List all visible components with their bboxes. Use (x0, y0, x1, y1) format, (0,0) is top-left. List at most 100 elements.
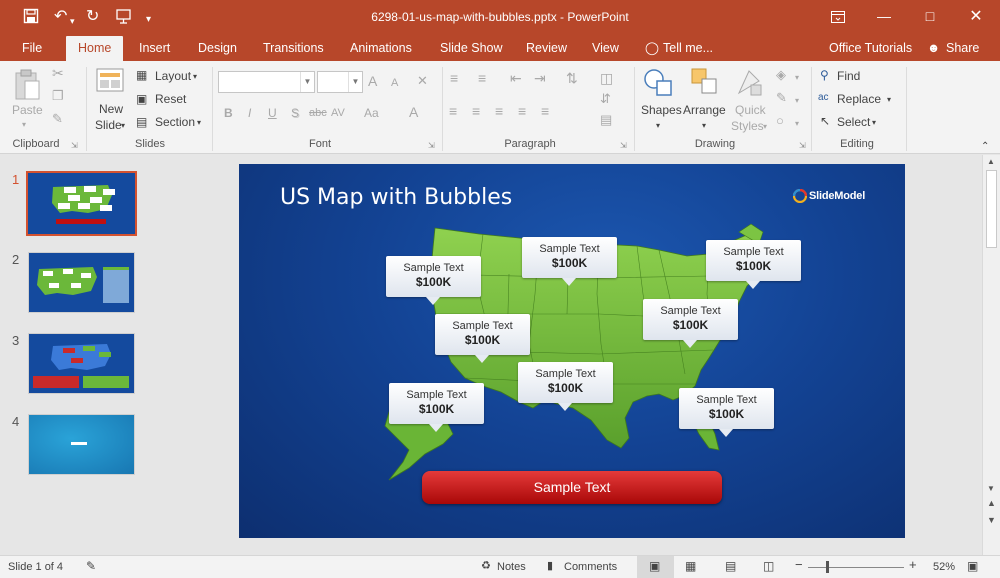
select-dropdown-icon[interactable]: ▾ (872, 115, 876, 131)
layout-button[interactable]: Layout (155, 68, 191, 84)
tell-me-search[interactable]: Tell me... (663, 40, 713, 56)
bottom-banner[interactable]: Sample Text (422, 471, 722, 504)
tab-view[interactable]: View (592, 40, 619, 56)
thumbnail-slide-4[interactable] (28, 414, 135, 475)
thumbnail-slide-1[interactable] (26, 171, 137, 236)
map-bubble[interactable]: Sample Text $100K (522, 237, 617, 286)
character-spacing-button[interactable]: AV (331, 105, 345, 121)
share-icon[interactable]: ☻ (927, 40, 940, 56)
paste-button[interactable]: Paste (12, 102, 43, 118)
arrange-icon[interactable] (690, 67, 720, 102)
tab-transitions[interactable]: Transitions (263, 40, 324, 56)
normal-view-button[interactable]: ▣ (637, 556, 674, 578)
reset-button[interactable]: Reset (155, 91, 186, 107)
vertical-scrollbar[interactable]: ▲ ▼ ▲ ▼ (982, 155, 1000, 555)
account-name[interactable]: Office Tutorials (829, 40, 912, 56)
shape-outline-dropdown-icon[interactable]: ▾ (795, 93, 799, 109)
align-text-icon[interactable]: ▤ (600, 112, 612, 128)
map-bubble[interactable]: Sample Text $100K (679, 388, 774, 437)
paragraph-launcher-icon[interactable]: ⇲ (620, 141, 627, 150)
line-spacing-icon[interactable]: ⇅ (566, 70, 578, 86)
tab-design[interactable]: Design (198, 40, 237, 56)
slide-canvas[interactable]: US Map with Bubbles SlideModel Sample Te… (239, 164, 905, 538)
font-color-button[interactable]: A (409, 104, 418, 120)
text-shadow-button[interactable]: S (291, 105, 299, 121)
quick-styles-button-line2[interactable]: Styles (731, 118, 764, 134)
columns-icon[interactable]: ◫ (600, 70, 613, 86)
ribbon-display-options-icon[interactable] (815, 0, 861, 35)
slide-sorter-icon[interactable]: ▦ (685, 559, 696, 573)
tab-slide-show[interactable]: Slide Show (440, 40, 503, 56)
change-case-button[interactable]: Aa (364, 105, 379, 121)
tab-insert[interactable]: Insert (139, 40, 170, 56)
thumbnail-slide-3[interactable] (28, 333, 135, 394)
quick-styles-button[interactable]: Quick (735, 102, 766, 118)
align-right-icon[interactable]: ≡ (495, 103, 503, 119)
underline-button[interactable]: U (268, 105, 277, 121)
scroll-up-icon[interactable]: ▲ (987, 157, 995, 166)
zoom-level[interactable]: 52% (933, 560, 955, 574)
select-button[interactable]: Select (837, 114, 870, 130)
text-direction-icon[interactable]: ⇵ (600, 91, 611, 107)
increase-indent-icon[interactable]: ⇥ (534, 70, 546, 86)
bold-button[interactable]: B (224, 105, 233, 121)
layout-dropdown-icon[interactable]: ▾ (193, 69, 197, 85)
align-left-icon[interactable]: ≡ (449, 103, 457, 119)
clipboard-launcher-icon[interactable]: ⇲ (71, 141, 78, 150)
new-slide-icon[interactable] (96, 66, 126, 97)
shape-fill-dropdown-icon[interactable]: ▾ (795, 70, 799, 86)
clear-formatting-icon[interactable]: ✕ (417, 73, 428, 89)
comments-button[interactable]: Comments (564, 560, 617, 574)
shape-effects-dropdown-icon[interactable]: ▾ (795, 116, 799, 132)
notes-button[interactable]: Notes (497, 560, 526, 574)
format-painter-icon[interactable]: ✎ (52, 111, 63, 127)
scroll-thumb[interactable] (986, 170, 997, 248)
decrease-indent-icon[interactable]: ⇤ (510, 70, 522, 86)
zoom-slider[interactable] (808, 567, 904, 568)
chevron-down-icon[interactable]: ▼ (300, 72, 314, 92)
thumbnail-slide-2[interactable] (28, 252, 135, 313)
previous-slide-icon[interactable]: ▲ (987, 498, 996, 508)
map-bubble[interactable]: Sample Text $100K (706, 240, 801, 289)
cut-icon[interactable]: ✂ (52, 65, 64, 81)
quick-styles-dropdown-icon[interactable]: ▾ (763, 119, 767, 135)
reading-view-icon[interactable]: ▤ (725, 559, 736, 573)
shapes-dropdown-icon[interactable]: ▾ (656, 118, 660, 134)
new-slide-button[interactable]: New (99, 101, 123, 117)
map-bubble[interactable]: Sample Text $100K (643, 299, 738, 348)
collapse-ribbon-icon[interactable]: ⌃ (981, 139, 989, 155)
map-bubble[interactable]: Sample Text $100K (389, 383, 484, 432)
replace-dropdown-icon[interactable]: ▾ (887, 92, 891, 108)
quick-styles-icon[interactable] (735, 67, 765, 102)
spell-check-icon[interactable]: ✎ (86, 559, 96, 573)
tab-review[interactable]: Review (526, 40, 567, 56)
font-name-combo[interactable]: ▼ (218, 71, 315, 93)
new-slide-dropdown-icon[interactable]: ▾ (121, 118, 125, 134)
find-button[interactable]: Find (837, 68, 860, 84)
shapes-icon[interactable] (643, 67, 675, 102)
slide-show-icon[interactable]: ◫ (763, 559, 774, 573)
increase-font-size-icon[interactable]: A (368, 73, 377, 89)
tab-home[interactable]: Home (66, 36, 124, 61)
bullets-icon[interactable]: ≡ (450, 70, 458, 86)
tab-file[interactable]: File (22, 40, 42, 56)
justify-icon[interactable]: ≡ (518, 103, 526, 119)
close-icon[interactable]: ✕ (953, 0, 999, 35)
shape-fill-icon[interactable]: ◈ (776, 67, 786, 83)
share-button[interactable]: Share (946, 40, 979, 56)
shape-effects-icon[interactable]: ○ (776, 113, 784, 129)
font-size-combo[interactable]: ▼ (317, 71, 363, 93)
strikethrough-button[interactable]: abc (309, 105, 327, 121)
arrange-dropdown-icon[interactable]: ▾ (702, 118, 706, 134)
paste-dropdown-icon[interactable]: ▾ (22, 117, 26, 133)
distributed-icon[interactable]: ≡ (541, 103, 549, 119)
decrease-font-size-icon[interactable]: A (391, 75, 398, 91)
zoom-in-icon[interactable]: + (909, 558, 917, 572)
section-button[interactable]: Section (155, 114, 195, 130)
shape-outline-icon[interactable]: ✎ (776, 90, 787, 106)
zoom-slider-thumb[interactable] (826, 561, 829, 573)
shapes-button[interactable]: Shapes (641, 102, 682, 118)
chevron-down-icon[interactable]: ▼ (348, 72, 362, 92)
tab-animations[interactable]: Animations (350, 40, 412, 56)
fit-to-window-icon[interactable]: ▣ (967, 559, 978, 573)
